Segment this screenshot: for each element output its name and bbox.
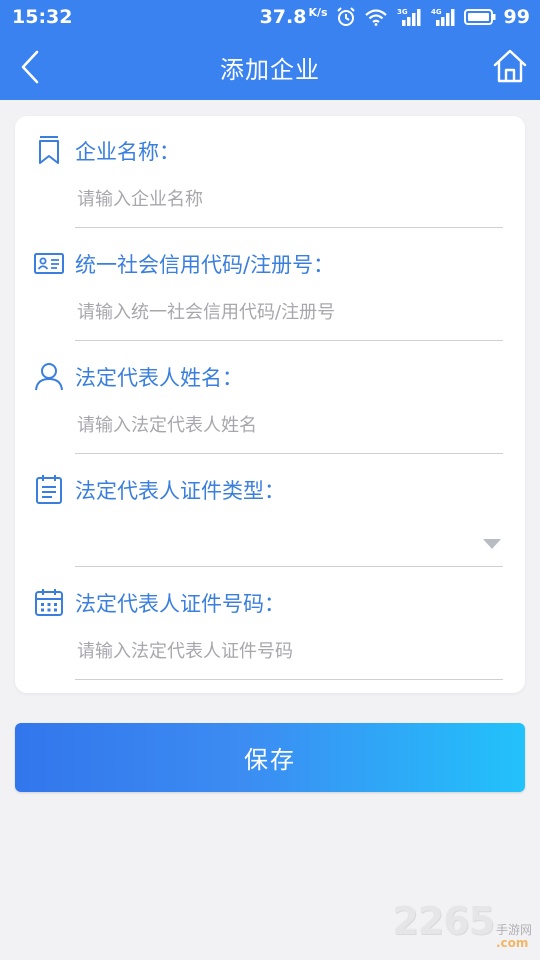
company-name-input[interactable] — [75, 176, 503, 228]
top-bar: 15:32 37.8 K/s 3G 4G 99 添加企业 — [0, 0, 540, 100]
net-speed: 37.8 K/s — [259, 6, 328, 28]
battery-level: 99 — [503, 6, 530, 28]
field-credit-code: 统一社会信用代码/注册号： — [15, 229, 525, 342]
id-number-input[interactable] — [75, 628, 503, 680]
nav-bar: 添加企业 — [0, 34, 540, 100]
dropdown-caret-icon — [483, 539, 501, 549]
id-type-select[interactable] — [75, 515, 503, 567]
save-button[interactable]: 保存 — [15, 723, 525, 792]
form-card: 企业名称： 统一社会信用代码/注册号： 法定代表人姓名： 法定代表人证件类型： — [15, 116, 525, 693]
svg-text:4G: 4G — [431, 8, 442, 16]
watermark-logo: 2265 手游网 .com — [392, 899, 532, 950]
status-right: 37.8 K/s 3G 4G 99 — [260, 5, 530, 29]
svg-text:3G: 3G — [397, 8, 408, 16]
calendar-icon — [35, 589, 63, 616]
status-time: 15:32 — [12, 6, 73, 28]
alarm-icon — [336, 7, 355, 26]
person-icon — [35, 363, 63, 391]
field-id-number: 法定代表人证件号码： — [15, 568, 525, 681]
field-company-name: 企业名称： — [15, 116, 525, 229]
battery-icon — [463, 9, 496, 25]
net-speed-unit: K/s — [308, 6, 328, 19]
clipboard-list-icon — [36, 475, 62, 504]
watermark-text: 手游网 .com — [495, 923, 532, 950]
id-number-label: 法定代表人证件号码： — [75, 592, 285, 616]
bookmark-icon — [39, 136, 59, 164]
signal-3g-icon: 3G — [397, 8, 421, 26]
id-card-icon — [34, 253, 64, 274]
id-type-label: 法定代表人证件类型： — [75, 479, 285, 503]
home-icon — [493, 49, 527, 83]
credit-code-input[interactable] — [75, 289, 503, 341]
page-title: 添加企业 — [220, 56, 320, 84]
company-name-label: 企业名称： — [75, 140, 180, 164]
field-id-type: 法定代表人证件类型： — [15, 455, 525, 568]
wifi-icon — [364, 9, 387, 26]
legal-rep-name-label: 法定代表人姓名： — [75, 366, 243, 390]
home-button[interactable] — [492, 48, 528, 84]
signal-4g-icon: 4G — [431, 8, 455, 26]
watermark-number: 2265 — [392, 899, 495, 943]
legal-rep-name-input[interactable] — [75, 402, 503, 454]
status-bar: 15:32 37.8 K/s 3G 4G 99 — [0, 0, 540, 34]
field-legal-rep-name: 法定代表人姓名： — [15, 342, 525, 455]
credit-code-label: 统一社会信用代码/注册号： — [75, 253, 335, 277]
